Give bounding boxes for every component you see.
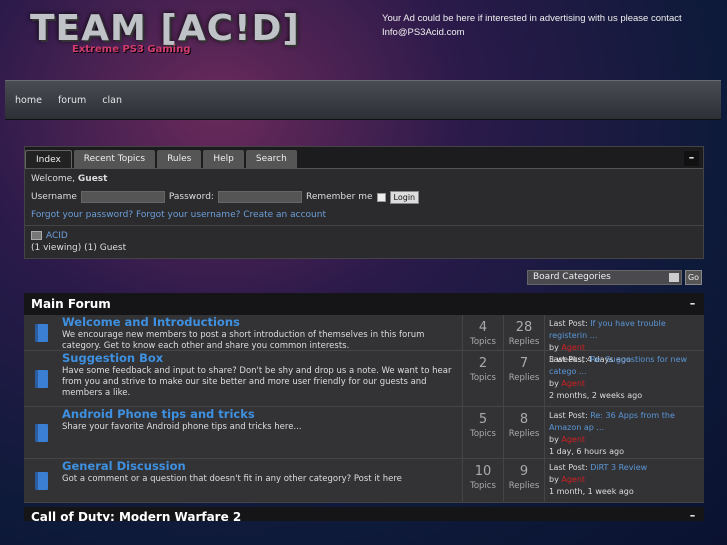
nav-forum[interactable]: forum — [58, 95, 86, 106]
board-select-value: Board Categories — [533, 272, 611, 282]
last-post-time: 1 day, 6 hours ago — [549, 447, 624, 456]
replies-count: 8 Replies — [503, 407, 544, 458]
last-post-user[interactable]: Agent — [561, 435, 585, 444]
site-logo[interactable]: TEAM [AC!D] — [30, 8, 300, 49]
nav-home[interactable]: home — [15, 95, 42, 106]
collapse-icon[interactable]: – — [685, 509, 700, 521]
login-panel: Index Recent Topics Rules Help Search – … — [24, 146, 704, 259]
forum-icon — [24, 351, 58, 406]
tab-index[interactable]: Index — [25, 150, 72, 168]
topics-count: 10 Topics — [462, 459, 503, 502]
forum-row: Suggestion Box Have some feedback and in… — [24, 351, 704, 407]
welcome-text: Welcome, Guest — [31, 172, 697, 186]
forum-icon — [24, 315, 58, 350]
tab-rules[interactable]: Rules — [157, 150, 202, 168]
forum-icon — [24, 407, 58, 458]
topics-count: 4 Topics — [462, 315, 503, 350]
forum-row: Welcome and Introductions We encourage n… — [24, 315, 704, 364]
board-category-picker: Board Categories Go — [24, 267, 704, 288]
replies-count: 9 Replies — [503, 459, 544, 502]
login-button[interactable]: Login — [389, 190, 420, 204]
create-account-link[interactable]: Create an account — [243, 210, 326, 220]
welcome-guest: Guest — [77, 174, 108, 184]
last-post: Last Post: DiRT 3 Review by Agent 1 mont… — [544, 459, 704, 502]
login-box: Welcome, Guest Username Password: Rememb… — [25, 169, 703, 225]
forum-title[interactable]: Suggestion Box — [62, 352, 458, 364]
last-post-time: 1 month, 1 week ago — [549, 487, 634, 496]
replies-count: 28 Replies — [503, 315, 544, 350]
replies-count: 7 Replies — [503, 351, 544, 406]
collapse-icon[interactable]: – — [684, 151, 699, 166]
online-group[interactable]: ACID — [46, 231, 68, 241]
forum-body: Welcome and Introductions We encourage n… — [58, 315, 462, 351]
forum-desc: We encourage new members to post a short… — [62, 330, 425, 351]
password-label: Password: — [168, 192, 214, 202]
group-icon — [31, 231, 42, 240]
last-post-user[interactable]: Agent — [561, 379, 585, 388]
forum-title[interactable]: Welcome and Introductions — [62, 316, 458, 328]
tab-help[interactable]: Help — [203, 150, 244, 168]
forum-desc: Got a comment or a question that doesn't… — [62, 474, 402, 484]
dropdown-arrow-icon — [669, 273, 679, 282]
tab-recent-topics[interactable]: Recent Topics — [73, 150, 156, 168]
forum-desc: Share your favorite Android phone tips a… — [62, 422, 302, 432]
topics-count: 2 Topics — [462, 351, 503, 406]
viewing-count: (1 viewing) (1) Guest — [31, 243, 127, 253]
go-button[interactable]: Go — [685, 270, 702, 285]
forgot-username-link[interactable]: Forgot your username? — [136, 210, 240, 220]
tab-search[interactable]: Search — [245, 150, 297, 168]
forum-body: Android Phone tips and tricks Share your… — [58, 407, 462, 458]
last-post-time: 2 months, 2 weeks ago — [549, 391, 643, 400]
ad-text: Your Ad could be here if interested in a… — [382, 13, 682, 38]
username-label: Username — [31, 192, 77, 202]
who-online: ACID (1 viewing) (1) Guest — [25, 225, 703, 258]
nav-clan[interactable]: clan — [102, 95, 122, 106]
forum-title[interactable]: General Discussion — [62, 460, 458, 472]
password-field[interactable] — [217, 191, 302, 203]
forum-row: General Discussion Got a comment or a qu… — [24, 459, 704, 503]
category-header-main-forum: Main Forum – — [24, 293, 704, 315]
forum-body: General Discussion Got a comment or a qu… — [58, 459, 462, 502]
last-post: Last Post: Re: 36 Apps from the Amazon a… — [544, 407, 704, 458]
forum-icon — [24, 459, 58, 502]
welcome-prefix: Welcome, — [31, 174, 76, 184]
category-header-cod-mw2: Call of Duty: Modern Warfare 2 – — [24, 507, 704, 521]
forum-desc: Have some feedback and input to share? D… — [62, 366, 452, 398]
remember-label: Remember me — [305, 192, 373, 202]
last-post-user[interactable]: Agent — [561, 475, 585, 484]
login-form: Username Password: Remember me Login — [31, 190, 697, 204]
last-post-link[interactable]: DiRT 3 Review — [590, 463, 647, 472]
last-post: Last Post: Re: Suggestions for new categ… — [544, 351, 704, 406]
forum-row: Android Phone tips and tricks Share your… — [24, 407, 704, 459]
tab-bar: Index Recent Topics Rules Help Search – — [25, 147, 703, 169]
username-field[interactable] — [80, 191, 165, 203]
forum-title[interactable]: Android Phone tips and tricks — [62, 408, 458, 420]
last-post: Last Post: If you have trouble registeri… — [544, 315, 704, 364]
forgot-password-link[interactable]: Forgot your password? — [31, 210, 133, 220]
forum-body: Suggestion Box Have some feedback and in… — [58, 351, 462, 406]
category-title[interactable]: Call of Duty: Modern Warfare 2 — [31, 510, 241, 521]
main-nav: home forum clan — [5, 80, 721, 120]
collapse-icon[interactable]: – — [685, 297, 700, 312]
topics-count: 5 Topics — [462, 407, 503, 458]
category-title[interactable]: Main Forum — [31, 297, 111, 311]
site-tagline: Extreme PS3 Gaming — [72, 44, 191, 55]
account-links: Forgot your password? Forgot your userna… — [31, 208, 697, 222]
forum-main: Index Recent Topics Rules Help Search – … — [24, 146, 704, 545]
remember-checkbox[interactable] — [376, 192, 386, 202]
board-category-select[interactable]: Board Categories — [527, 270, 682, 285]
site-header: TEAM [AC!D] Extreme PS3 Gaming Your Ad c… — [0, 0, 727, 78]
